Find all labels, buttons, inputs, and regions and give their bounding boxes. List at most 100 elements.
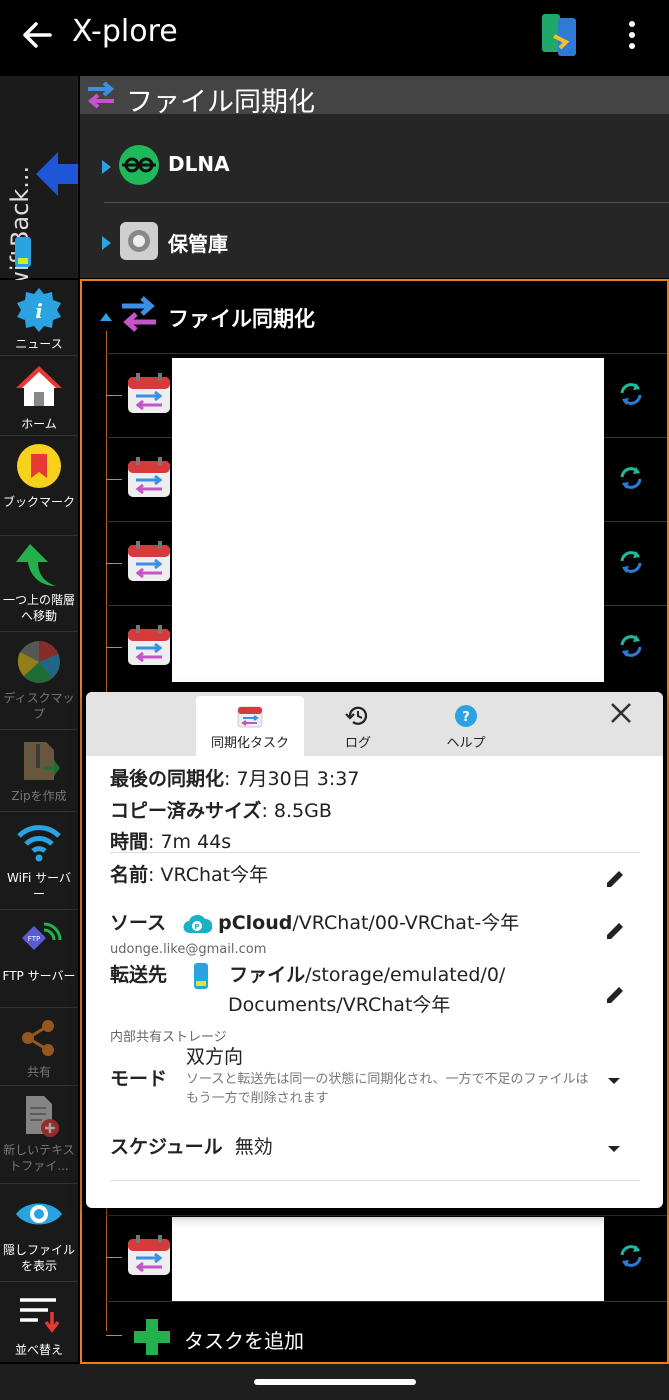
left-toolbar: i ニュース ホーム ブックマーク 一つ上の階層へ移動 ディスクマップ Zipを… bbox=[0, 280, 78, 1362]
source-row[interactable]: ソース P pCloud/VRChat/00-VRChat-今年 bbox=[110, 908, 519, 935]
name-row[interactable]: 名前: VRChat今年 bbox=[110, 860, 268, 887]
mode-label-row: モード bbox=[110, 1064, 167, 1091]
more-vert-icon[interactable] bbox=[620, 18, 644, 52]
expand-arrow-icon[interactable] bbox=[102, 236, 111, 250]
phone-icon bbox=[194, 962, 209, 989]
mode-description: ソースと転送先は同一の状態に同期化され、一方で不足のファイルはもう一方で削除され… bbox=[186, 1072, 589, 1106]
plus-icon bbox=[134, 1319, 170, 1355]
pcloud-icon: P bbox=[183, 914, 213, 933]
ftp-server-label: FTP サーバー bbox=[2, 969, 76, 983]
new-text-file-label: 新しいテキストファイ... bbox=[3, 1143, 75, 1173]
file-sync-icon bbox=[87, 81, 115, 109]
upper-panel-header[interactable]: ファイル同期化 bbox=[80, 76, 669, 118]
time-label: 時間 bbox=[110, 831, 149, 853]
home-gesture-handle[interactable] bbox=[254, 1379, 416, 1385]
disk-map-button[interactable]: ディスクマップ bbox=[0, 632, 78, 730]
sync-task-dialog: 同期化タスク ログ ? ヘルプ 最後の同期化: 7月30日 3:37 コピー済み bbox=[86, 692, 663, 1208]
copied-size-label: コピー済みサイズ bbox=[110, 800, 262, 822]
dlna-icon bbox=[119, 145, 159, 185]
new-text-file-button[interactable]: 新しいテキストファイ... bbox=[0, 1086, 78, 1184]
dialog-body: 最後の同期化: 7月30日 3:37 コピー済みサイズ: 8.5GB 時間: 7… bbox=[86, 756, 663, 1208]
time-value: 7m 44s bbox=[160, 831, 232, 853]
destination-service: ファイル bbox=[229, 964, 306, 986]
edit-name-icon[interactable] bbox=[604, 868, 626, 890]
vault-icon bbox=[120, 222, 158, 260]
upper-panel: ファイル同期化 DLNA 保管庫 bbox=[80, 76, 669, 278]
parent-folder-label: 一つ上の階層へ移動 bbox=[2, 593, 75, 623]
sort-button[interactable]: 並べ替え bbox=[0, 1282, 78, 1362]
up-arrow-icon bbox=[16, 544, 56, 586]
tab-sync-task[interactable]: 同期化タスク bbox=[196, 696, 304, 756]
share-button[interactable]: 共有 bbox=[0, 1008, 78, 1086]
new-file-icon bbox=[26, 1096, 59, 1137]
expand-arrow-icon[interactable] bbox=[102, 160, 111, 174]
tree-branch bbox=[106, 1335, 122, 1336]
redacted-area bbox=[172, 358, 604, 682]
dlna-item[interactable]: DLNA bbox=[80, 130, 669, 204]
pane-switch-icon[interactable] bbox=[540, 12, 580, 58]
tab-help-label: ヘルプ bbox=[446, 736, 486, 751]
news-button[interactable]: i ニュース bbox=[0, 280, 78, 356]
tab-help[interactable]: ? ヘルプ bbox=[412, 696, 520, 756]
name-value: VRChat今年 bbox=[160, 864, 269, 886]
divider bbox=[106, 1301, 667, 1302]
show-hidden-label: 隠しファイルを表示 bbox=[2, 1243, 75, 1273]
tab-log[interactable]: ログ bbox=[304, 696, 412, 756]
svg-text:i: i bbox=[35, 299, 43, 323]
file-sync-root-label: ファイル同期化 bbox=[168, 307, 315, 331]
dialog-tab-bar: 同期化タスク ログ ? ヘルプ bbox=[86, 692, 663, 756]
sync-icon[interactable] bbox=[616, 379, 646, 409]
name-label: 名前 bbox=[110, 864, 149, 886]
sync-icon[interactable] bbox=[616, 631, 646, 661]
tab-log-label: ログ bbox=[344, 736, 371, 751]
sync-icon[interactable] bbox=[616, 547, 646, 577]
schedule-row[interactable]: スケジュール 無効 bbox=[110, 1132, 273, 1159]
redacted-area bbox=[172, 1217, 604, 1301]
close-icon[interactable] bbox=[608, 700, 634, 726]
mode-dropdown-icon[interactable] bbox=[608, 1078, 620, 1084]
home-button[interactable]: ホーム bbox=[0, 356, 78, 436]
copied-size-row: コピー済みサイズ: 8.5GB bbox=[110, 800, 332, 822]
divider bbox=[110, 852, 640, 853]
bookmark-button[interactable]: ブックマーク bbox=[0, 436, 78, 536]
destination-row[interactable]: 転送先 ファイル/storage/emulated/0/ bbox=[110, 960, 505, 990]
mode-value[interactable]: 双方向 bbox=[186, 1042, 243, 1069]
ftp-server-button[interactable]: FTP FTP サーバー bbox=[0, 910, 78, 1008]
schedule-dropdown-icon[interactable] bbox=[608, 1146, 620, 1152]
show-hidden-button[interactable]: 隠しファイルを表示 bbox=[0, 1184, 78, 1282]
source-path: /VRChat/00-VRChat-今年 bbox=[292, 912, 520, 934]
add-task-button[interactable]: タスクを追加 bbox=[106, 1313, 667, 1363]
schedule-value: 無効 bbox=[234, 1136, 273, 1158]
divider bbox=[110, 1180, 640, 1181]
edit-source-icon[interactable] bbox=[604, 920, 626, 942]
share-label: 共有 bbox=[26, 1065, 51, 1079]
disk-map-icon bbox=[17, 641, 60, 683]
create-zip-label: Zipを作成 bbox=[11, 789, 67, 803]
back-arrow-icon[interactable] bbox=[20, 18, 54, 52]
tree-branch bbox=[106, 479, 122, 480]
divider bbox=[104, 202, 669, 203]
destination-label: 転送先 bbox=[110, 964, 168, 986]
parent-folder-button[interactable]: 一つ上の階層へ移動 bbox=[0, 536, 78, 632]
info-icon: i bbox=[17, 288, 61, 332]
sort-label: 並べ替え bbox=[14, 1343, 63, 1357]
app-bar: X-plore bbox=[0, 0, 669, 74]
svg-text:FTP: FTP bbox=[28, 935, 40, 943]
svg-text:?: ? bbox=[462, 710, 470, 725]
file-sync-root[interactable]: ファイル同期化 bbox=[82, 281, 667, 353]
vault-item[interactable]: 保管庫 bbox=[80, 206, 669, 280]
ftp-icon: FTP bbox=[22, 922, 62, 950]
tree-branch bbox=[106, 1257, 122, 1258]
sync-icon[interactable] bbox=[616, 463, 646, 493]
tree-branch bbox=[106, 563, 122, 564]
tab-sync-task-label: 同期化タスク bbox=[210, 736, 289, 751]
bookmark-label: ブックマーク bbox=[2, 495, 75, 509]
edit-destination-icon[interactable] bbox=[604, 984, 626, 1006]
last-sync-value: 7月30日 3:37 bbox=[236, 768, 360, 790]
wifi-server-button[interactable]: WiFi サーバー bbox=[0, 812, 78, 910]
phone-icon bbox=[15, 237, 31, 267]
sync-icon[interactable] bbox=[616, 1241, 646, 1271]
sort-icon bbox=[20, 1298, 60, 1333]
collapse-arrow-icon[interactable] bbox=[100, 313, 112, 321]
create-zip-button[interactable]: Zipを作成 bbox=[0, 730, 78, 812]
